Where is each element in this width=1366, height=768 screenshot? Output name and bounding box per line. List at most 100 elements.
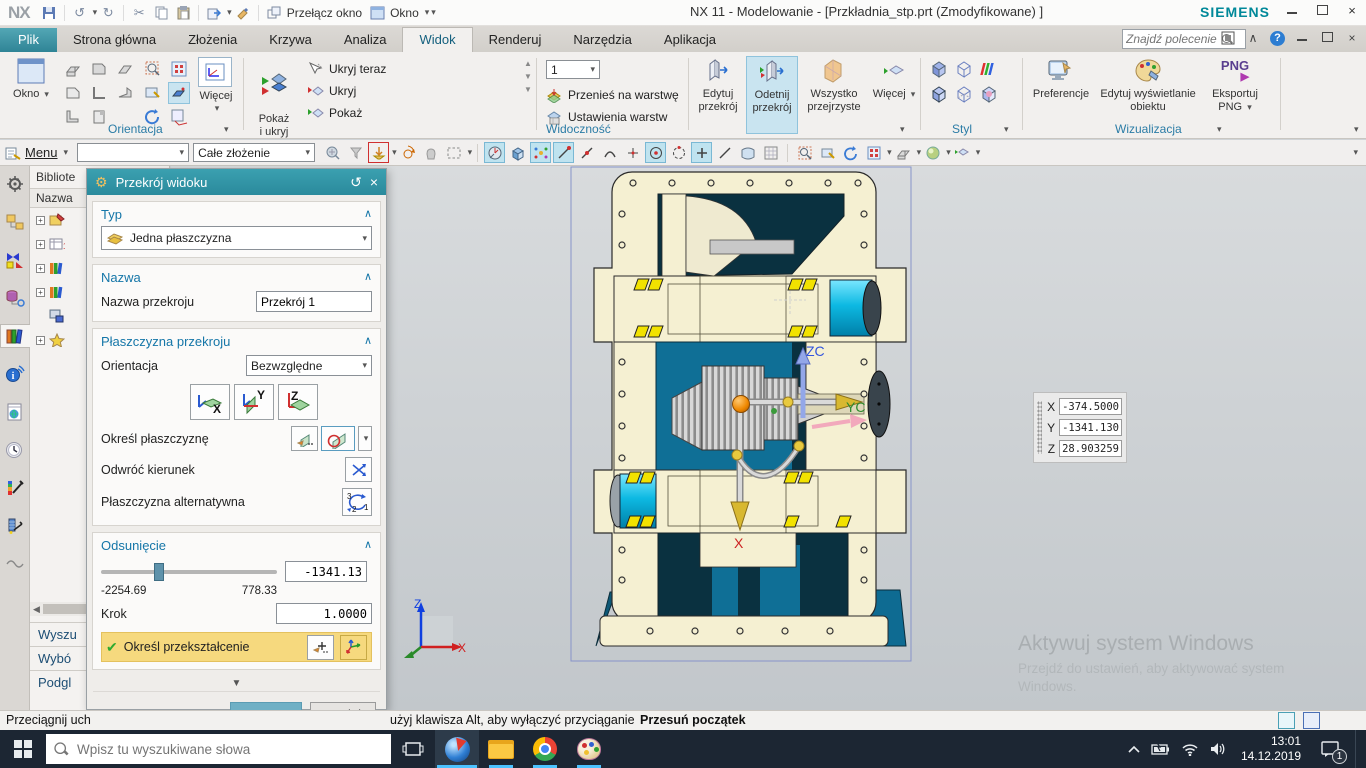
section-nazwa-header[interactable]: Nazwa∧ xyxy=(101,270,372,285)
fit-view-icon[interactable] xyxy=(168,58,190,80)
style-hidden-edges-icon[interactable] xyxy=(953,83,975,105)
show-desktop-button[interactable] xyxy=(1355,730,1360,768)
part-navigator-icon[interactable] xyxy=(2,286,28,310)
switch-window-icon[interactable] xyxy=(264,4,284,22)
tray-clock[interactable]: 13:01 14.12.2019 xyxy=(1237,734,1305,764)
snap-existing-point-icon[interactable] xyxy=(691,142,712,163)
expand-icon[interactable]: + xyxy=(36,264,45,273)
assembly-navigator-icon[interactable] xyxy=(2,210,28,234)
tab-plik[interactable]: Plik xyxy=(0,28,57,52)
group-styl-dialog-icon[interactable]: ▾ xyxy=(1004,124,1009,135)
window-menu-label[interactable]: Okno xyxy=(390,6,419,20)
section-offset-header[interactable]: Odsunięcie∧ xyxy=(101,538,372,553)
view-back-icon[interactable] xyxy=(62,106,84,128)
system-tools-icon[interactable] xyxy=(2,514,28,538)
snap-center-icon[interactable] xyxy=(645,142,666,163)
status-clip-icon[interactable] xyxy=(1278,712,1295,729)
zoom-icon[interactable] xyxy=(794,142,815,163)
style-rainbow-icon[interactable] xyxy=(978,58,1000,80)
snap-point-on-face-icon[interactable] xyxy=(737,142,758,163)
wifi-icon[interactable] xyxy=(1181,742,1199,756)
tab-strona-glowna[interactable]: Strona główna xyxy=(57,28,172,52)
restore-button[interactable] xyxy=(1314,3,1330,18)
dialog-collapse-button[interactable]: ▼ xyxy=(93,672,380,692)
undo-dropdown-icon[interactable]: ▾ xyxy=(93,7,98,18)
tab-widok[interactable]: Widok xyxy=(402,27,472,52)
constraint-navigator-icon[interactable] xyxy=(2,248,28,272)
work-layer-combo[interactable]: 1▾ xyxy=(546,60,600,79)
paste-icon[interactable] xyxy=(173,4,193,22)
alternate-plane-button[interactable]: 312 xyxy=(342,488,372,516)
snap-quadrant-icon[interactable] xyxy=(668,142,689,163)
group-orientacja-dialog-icon[interactable]: ▾ xyxy=(224,124,229,135)
group-wizualizacja-dialog-icon[interactable]: ▾ xyxy=(1217,124,1222,135)
export-png-button[interactable]: PNG ▶ Eksportuj PNG ▾ xyxy=(1204,56,1266,113)
window-big-button[interactable]: Okno ▾ xyxy=(4,56,58,101)
view-bottom-icon[interactable] xyxy=(88,106,110,128)
expand-icon[interactable]: + xyxy=(36,240,45,249)
plane-y-button[interactable]: Y xyxy=(234,384,274,420)
selection-scope-combo[interactable]: Całe złożenie▾ xyxy=(193,143,315,162)
taskbar-search-box[interactable] xyxy=(46,734,391,764)
window-menu-dropdown-icon[interactable]: ▾ xyxy=(425,7,430,18)
reverse-direction-button[interactable] xyxy=(345,457,372,482)
section-typ-header[interactable]: Typ∧ xyxy=(101,207,372,222)
inferred-plane-button[interactable] xyxy=(321,426,355,451)
orient-view-icon[interactable] xyxy=(893,142,914,163)
view-section-dialog[interactable]: ⚙ Przekrój widoku ↺ × Typ∧ Jedna płaszcz… xyxy=(86,168,387,710)
snap-enabled-icon[interactable] xyxy=(484,142,505,163)
clean-brush-icon[interactable] xyxy=(233,4,253,22)
tray-chevron-icon[interactable] xyxy=(1127,744,1141,754)
battery-icon[interactable] xyxy=(1151,742,1171,756)
hide-item[interactable]: Ukryj xyxy=(306,80,386,102)
orient-dropdown-icon[interactable]: ▾ xyxy=(917,147,922,158)
show-hide-big-button[interactable]: Pokaż i ukryj xyxy=(250,56,298,139)
open-dropdown-icon[interactable]: ▾ xyxy=(227,7,232,18)
view-right-icon[interactable] xyxy=(114,82,136,104)
offset-slider[interactable] xyxy=(101,570,277,574)
fit-grid-icon[interactable] xyxy=(863,142,884,163)
step-value-input[interactable] xyxy=(276,603,372,624)
panel-wave-handle-icon[interactable] xyxy=(2,552,28,576)
dialog-title-bar[interactable]: ⚙ Przekrój widoku ↺ × xyxy=(87,169,386,195)
style-studio-icon[interactable] xyxy=(978,83,1000,105)
snap-solid-icon[interactable] xyxy=(507,142,528,163)
close-button[interactable]: × xyxy=(1344,3,1360,18)
web-browser-icon[interactable] xyxy=(2,400,28,424)
section-more-button[interactable]: Więcej ▾ xyxy=(872,56,916,101)
hide-now-item[interactable]: Ukryj teraz xyxy=(306,58,386,80)
reuse-library-icon[interactable] xyxy=(0,324,30,348)
snap-filter-icon[interactable] xyxy=(368,142,389,163)
taskbar-nx-app[interactable] xyxy=(435,730,479,768)
snap-midpoint-icon[interactable] xyxy=(576,142,597,163)
style-wireframe-icon[interactable] xyxy=(953,58,975,80)
help-info-icon[interactable]: i xyxy=(2,362,28,386)
dialog-reset-icon[interactable]: ↺ xyxy=(350,174,362,191)
view-manipulation-button[interactable] xyxy=(198,57,232,87)
minimize-button[interactable] xyxy=(1284,3,1300,18)
start-button[interactable] xyxy=(0,730,46,768)
edit-object-display-button[interactable]: Edytuj wyświetlanie obiektu xyxy=(1096,56,1200,113)
point-dialog-button[interactable] xyxy=(307,635,334,660)
perspective-icon[interactable] xyxy=(168,106,190,128)
view-left-icon[interactable] xyxy=(88,82,110,104)
orientacja-more-button[interactable]: Więcej▾ xyxy=(196,90,236,114)
tab-zlozenia[interactable]: Złożenia xyxy=(172,28,253,52)
view-front-icon[interactable] xyxy=(88,58,110,80)
highlight-assembly-icon[interactable] xyxy=(322,142,343,163)
notification-center-button[interactable]: 1 xyxy=(1315,734,1345,764)
cut-icon[interactable]: ✂ xyxy=(129,4,149,22)
snap-filter-dropdown-icon[interactable]: ▾ xyxy=(392,147,397,158)
taskbar-search-input[interactable] xyxy=(77,742,347,757)
snap-point-cloud-icon[interactable] xyxy=(530,142,551,163)
orientation-combo[interactable]: Bezwzględne▾ xyxy=(246,355,372,376)
view-trimetric-icon[interactable] xyxy=(62,58,84,80)
group-section-dialog-icon[interactable]: ▾ xyxy=(900,124,905,135)
status-grid-icon[interactable] xyxy=(1303,712,1320,729)
view-isometric-icon[interactable] xyxy=(114,58,136,80)
open-in-window-icon[interactable] xyxy=(204,4,224,22)
help-icon[interactable]: ? xyxy=(1270,31,1285,46)
tab-renderuj[interactable]: Renderuj xyxy=(473,28,558,52)
csys-manipulator-button[interactable] xyxy=(340,635,367,660)
scroll-left-icon[interactable]: ◀ xyxy=(30,604,43,615)
